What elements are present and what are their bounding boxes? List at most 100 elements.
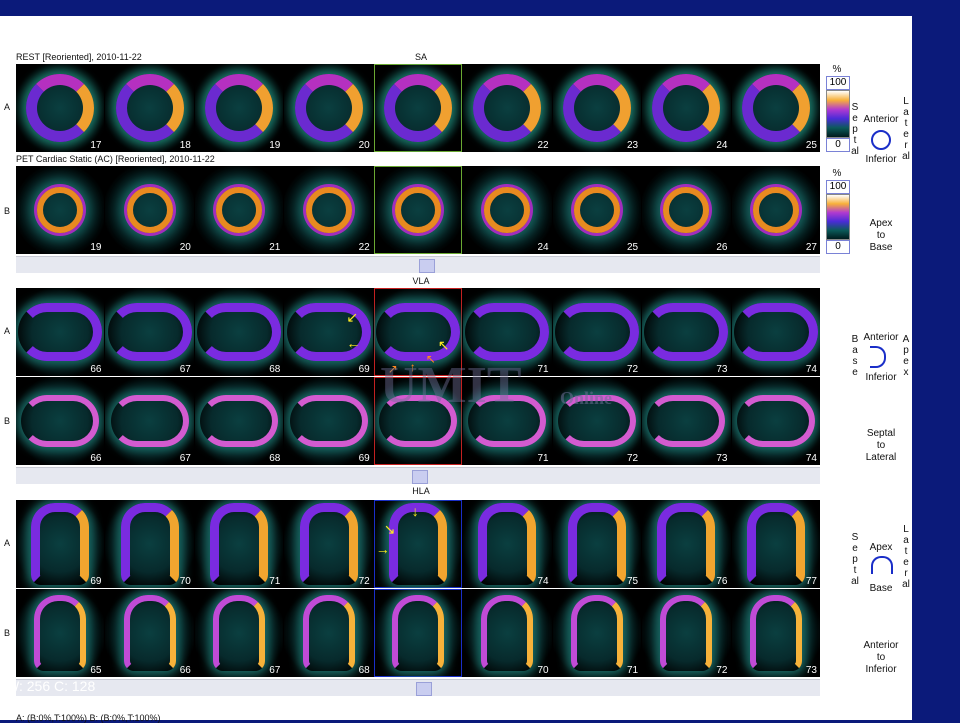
slice-cell[interactable]: 74	[731, 288, 820, 376]
slice-number: 72	[626, 453, 639, 464]
slice-image	[299, 503, 358, 585]
hla-scroll-thumb[interactable]	[416, 682, 432, 696]
slice-cell[interactable]: 72	[552, 288, 642, 376]
slice-image	[294, 74, 363, 142]
slice-cell[interactable]: 24	[642, 64, 731, 152]
slice-cell[interactable]: 22	[463, 64, 552, 152]
hla-scrollbar[interactable]	[16, 679, 820, 696]
slice-cell[interactable]: 68	[284, 589, 373, 677]
slice-number: 66	[179, 665, 191, 676]
slice-image	[736, 395, 815, 447]
slice-image	[749, 595, 802, 671]
annotation-arrow-icon: ←	[346, 335, 361, 351]
slice-cell[interactable]: 26	[642, 166, 731, 254]
slice-cell[interactable]: 66	[16, 377, 105, 465]
slice-number: 71	[537, 364, 549, 375]
slice-cell[interactable]: 75	[552, 500, 642, 588]
slice-cell[interactable]: 67	[194, 589, 284, 677]
selected-slice[interactable]	[373, 166, 463, 254]
rest-title: REST [Reoriented], 2010-11-22	[16, 52, 142, 62]
slice-number: 72	[716, 665, 728, 676]
slice-image	[657, 503, 716, 585]
sa-scroll-thumb[interactable]	[419, 259, 435, 273]
slice-cell[interactable]: 69	[16, 500, 105, 588]
slice-image	[562, 74, 631, 142]
annotation-arrow-icon: →	[375, 541, 390, 557]
slice-number: 19	[90, 242, 102, 253]
slice-cell[interactable]: 25	[552, 166, 642, 254]
colorbar-pet	[826, 194, 850, 240]
colorbar-min-input[interactable]: 0	[826, 240, 850, 254]
slice-cell[interactable]: 19	[16, 166, 105, 254]
slice-number: 67	[269, 665, 281, 676]
slice-cell[interactable]: 76	[642, 500, 731, 588]
slice-cell[interactable]: 73	[731, 589, 820, 677]
slice-cell[interactable]: 66	[105, 589, 194, 677]
slice-number: 24	[537, 242, 549, 253]
slice-cell[interactable]: 71	[552, 589, 642, 677]
slice-cell[interactable]: 69 ↙ ←	[284, 288, 373, 376]
selected-slice[interactable]	[373, 64, 463, 152]
slice-number: 19	[269, 140, 281, 151]
slice-cell[interactable]: 72	[284, 500, 373, 588]
selected-slice[interactable]: ↓ ↘ →	[373, 500, 463, 588]
slice-image	[394, 187, 441, 233]
slice-cell[interactable]: 19	[194, 64, 284, 152]
slice-cell[interactable]: 71	[194, 500, 284, 588]
slice-number: 68	[358, 665, 370, 676]
row-tag-b: B	[3, 206, 10, 216]
slice-cell[interactable]: 25	[731, 64, 820, 152]
selected-slice[interactable]	[373, 589, 463, 677]
slice-number: 26	[716, 242, 728, 253]
slice-image	[18, 303, 103, 361]
slice-number: 74	[537, 576, 549, 587]
slice-image	[123, 595, 176, 671]
slice-cell[interactable]: 65	[16, 589, 105, 677]
slice-image	[205, 74, 274, 142]
slice-image	[644, 303, 729, 361]
slice-cell[interactable]: 23	[552, 64, 642, 152]
slice-cell[interactable]: 20	[105, 166, 194, 254]
slice-cell[interactable]: 22	[284, 166, 373, 254]
slice-cell[interactable]: 73	[642, 377, 731, 465]
slice-cell[interactable]: 17	[16, 64, 105, 152]
sa-septal-label: Septal	[851, 102, 859, 157]
colorbar-unit: %	[832, 64, 842, 75]
slice-number: 71	[269, 576, 281, 587]
slice-cell[interactable]: 21	[194, 166, 284, 254]
slice-number: 22	[537, 140, 549, 151]
slice-cell[interactable]: 24	[463, 166, 552, 254]
slice-cell[interactable]: 68	[194, 377, 284, 465]
slice-cell[interactable]: 74	[463, 500, 552, 588]
slice-number: 22	[358, 242, 370, 253]
slice-cell[interactable]: 70	[105, 500, 194, 588]
slice-cell[interactable]: 20	[284, 64, 373, 152]
slice-cell[interactable]: 67	[105, 288, 194, 376]
slice-cell[interactable]: 66	[16, 288, 105, 376]
slice-cell[interactable]: 67	[105, 377, 194, 465]
slice-image	[465, 303, 550, 361]
slice-cell[interactable]: 18	[105, 64, 194, 152]
colorbar-max-input[interactable]: 100	[826, 180, 850, 194]
vla-scrollbar[interactable]	[16, 467, 820, 484]
slice-cell[interactable]: 73	[642, 288, 731, 376]
hla-lateral-label: Lateral	[902, 524, 910, 590]
colorbar-max-input[interactable]: 100	[826, 76, 850, 90]
watermark-logo: UMIT	[380, 357, 522, 414]
slice-image	[213, 595, 266, 671]
slice-cell[interactable]: 77	[731, 500, 820, 588]
slice-image	[573, 187, 620, 233]
colorbar-min-input[interactable]: 0	[826, 138, 850, 152]
slice-number: 25	[805, 140, 817, 151]
slice-number: 73	[805, 665, 817, 676]
slice-number: 77	[805, 576, 817, 587]
slice-cell[interactable]: 27	[731, 166, 820, 254]
slice-cell[interactable]: 70	[463, 589, 552, 677]
slice-cell[interactable]: 68	[194, 288, 284, 376]
slice-number: 24	[716, 140, 728, 151]
sa-scrollbar[interactable]	[16, 256, 820, 273]
slice-cell[interactable]: 69	[284, 377, 373, 465]
slice-cell[interactable]: 72	[642, 589, 731, 677]
vla-scroll-thumb[interactable]	[412, 470, 428, 484]
slice-cell[interactable]: 74	[731, 377, 820, 465]
